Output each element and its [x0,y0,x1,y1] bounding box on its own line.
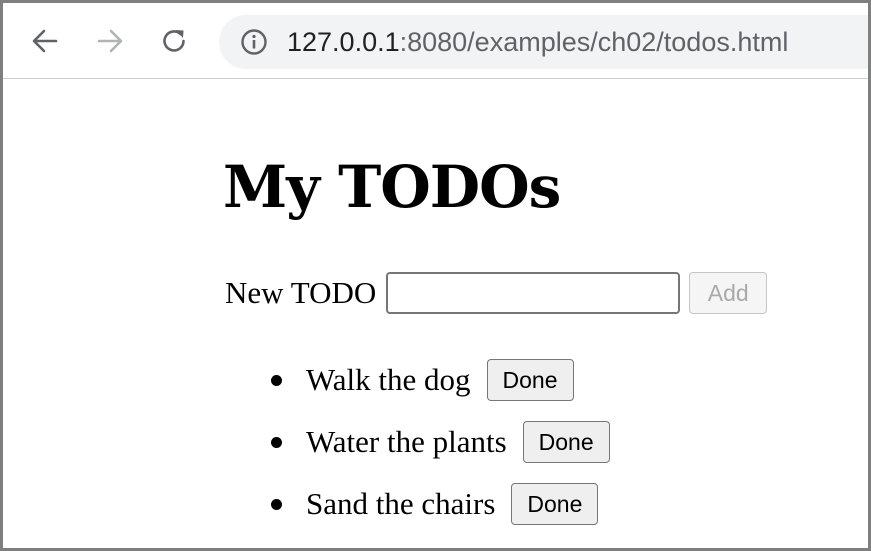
done-button[interactable]: Done [511,483,599,525]
done-button[interactable]: Done [486,359,574,401]
page-content: My TODOs New TODO Add Walk the dog Done … [223,143,768,535]
list-item: Walk the dog Done [271,349,767,411]
todo-text: Water the plants [306,424,507,459]
arrow-left-icon [32,29,58,53]
reload-button[interactable] [154,21,194,61]
bullet-icon [271,374,282,386]
back-button[interactable] [25,21,65,61]
browser-toolbar: 127.0.0.1:8080/examples/ch02/todos.html [3,3,868,79]
done-button[interactable]: Done [522,421,610,463]
list-item: Sand the chairs Done [271,473,767,535]
address-bar[interactable]: 127.0.0.1:8080/examples/ch02/todos.html [219,15,868,69]
todo-text: Sand the chairs [306,486,496,521]
arrow-right-icon [97,29,123,53]
info-icon[interactable] [239,27,269,57]
add-button[interactable]: Add [689,272,768,314]
new-todo-label: New TODO [225,275,377,310]
browser-window: 127.0.0.1:8080/examples/ch02/todos.html … [0,0,871,551]
bullet-icon [271,498,282,510]
reload-icon [163,30,185,52]
forward-button[interactable] [90,21,130,61]
todo-list: Walk the dog Done Water the plants Done … [271,349,767,535]
new-todo-form: New TODO Add [225,271,768,315]
list-item: Water the plants Done [271,411,767,473]
url-host: 127.0.0.1 [287,26,400,57]
page-title: My TODOs [223,153,561,221]
url-path: :8080/examples/ch02/todos.html [399,26,789,57]
bullet-icon [271,436,282,448]
new-todo-input[interactable] [386,272,681,314]
todo-text: Walk the dog [306,362,471,397]
